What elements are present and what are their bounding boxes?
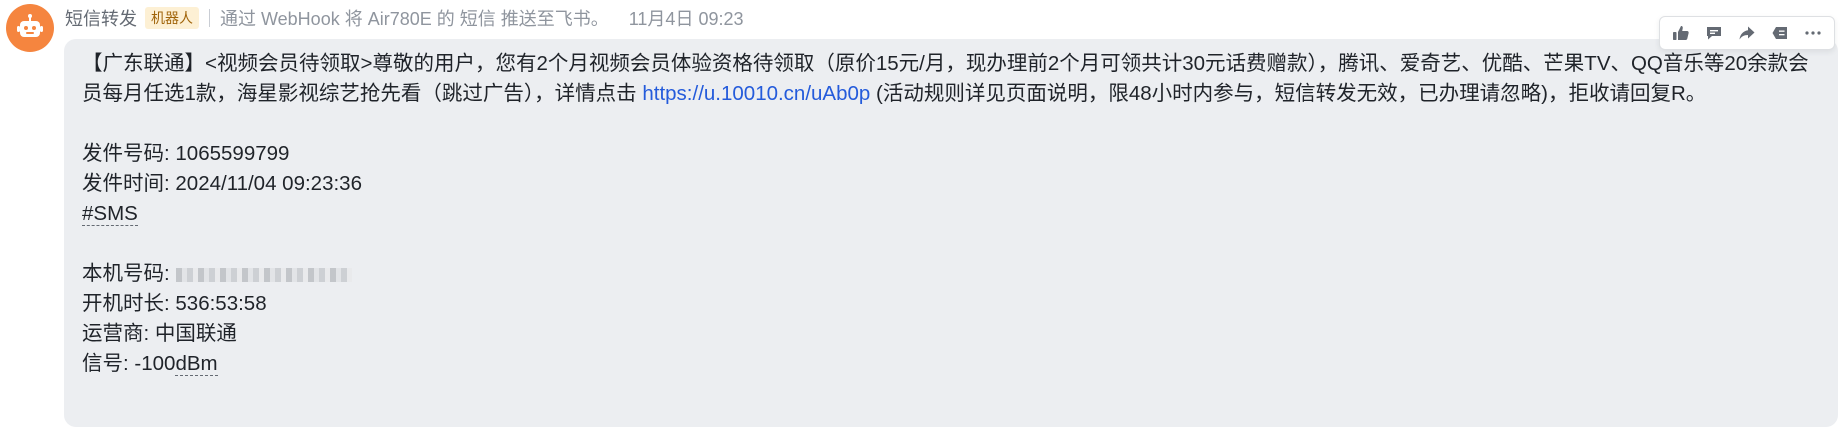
signal-label: 信号: <box>82 352 129 375</box>
sender-number-value: 1065599799 <box>175 142 290 165</box>
carrier-row: 运营商: 中国联通 <box>82 319 1818 349</box>
pin-icon <box>1772 27 1788 39</box>
reply-icon <box>1706 27 1721 40</box>
masked-phone-number <box>175 267 352 282</box>
carrier-value: 中国联通 <box>154 322 237 345</box>
send-time-label: 发件时间: <box>82 172 170 195</box>
avatar[interactable] <box>6 4 54 52</box>
sms-tag-row: #SMS <box>82 199 1818 229</box>
message-bubble: 【广东联通】<视频会员待领取>尊敬的用户，您有2个月视频会员体验资格待领取（原价… <box>64 39 1838 427</box>
uptime-row: 开机时长: 536:53:58 <box>82 289 1818 319</box>
send-time-value: 2024/11/04 09:23:36 <box>175 172 362 195</box>
pin-button[interactable] <box>1767 20 1793 46</box>
sender-number-row: 发件号码: 1065599799 <box>82 139 1818 169</box>
robot-icon <box>17 14 43 37</box>
sender-name[interactable]: 短信转发 <box>65 5 137 31</box>
bot-badge: 机器人 <box>145 7 199 29</box>
message-action-toolbar <box>1659 16 1835 50</box>
sms-text-after-link: (活动规则详见页面说明，限48小时内参与，短信转发无效，已办理请忽略)，拒收请回… <box>870 82 1707 105</box>
sms-hashtag[interactable]: #SMS <box>82 202 138 226</box>
bot-description: 通过 WebHook 将 Air780E 的 短信 推送至飞书。 <box>220 9 609 29</box>
local-number-row: 本机号码: <box>82 259 1818 289</box>
uptime-value: 536:53:58 <box>175 292 267 315</box>
more-icon <box>1805 31 1821 35</box>
message-header: 短信转发 机器人 通过 WebHook 将 Air780E 的 短信 推送至飞书… <box>65 3 744 33</box>
reply-button[interactable] <box>1701 20 1727 46</box>
local-number-label: 本机号码: <box>82 262 170 285</box>
send-time-row: 发件时间: 2024/11/04 09:23:36 <box>82 169 1818 199</box>
signal-unit: dBm <box>175 352 218 376</box>
sms-content: 【广东联通】<视频会员待领取>尊敬的用户，您有2个月视频会员体验资格待领取（原价… <box>82 49 1818 109</box>
more-button[interactable] <box>1800 20 1826 46</box>
signal-row: 信号: -100dBm <box>82 349 1818 379</box>
uptime-label: 开机时长: <box>82 292 170 315</box>
message-timestamp: 11月4日 09:23 <box>628 9 744 29</box>
forward-icon <box>1739 26 1755 40</box>
carrier-label: 运营商: <box>82 322 150 345</box>
header-divider <box>209 9 210 27</box>
sms-link[interactable]: https://u.10010.cn/uAb0p <box>642 82 870 105</box>
sender-number-label: 发件号码: <box>82 142 170 165</box>
thumbs-up-button[interactable] <box>1668 20 1694 46</box>
thumbs-up-icon <box>1672 26 1689 40</box>
signal-value: -100 <box>134 352 176 375</box>
forward-button[interactable] <box>1734 20 1760 46</box>
